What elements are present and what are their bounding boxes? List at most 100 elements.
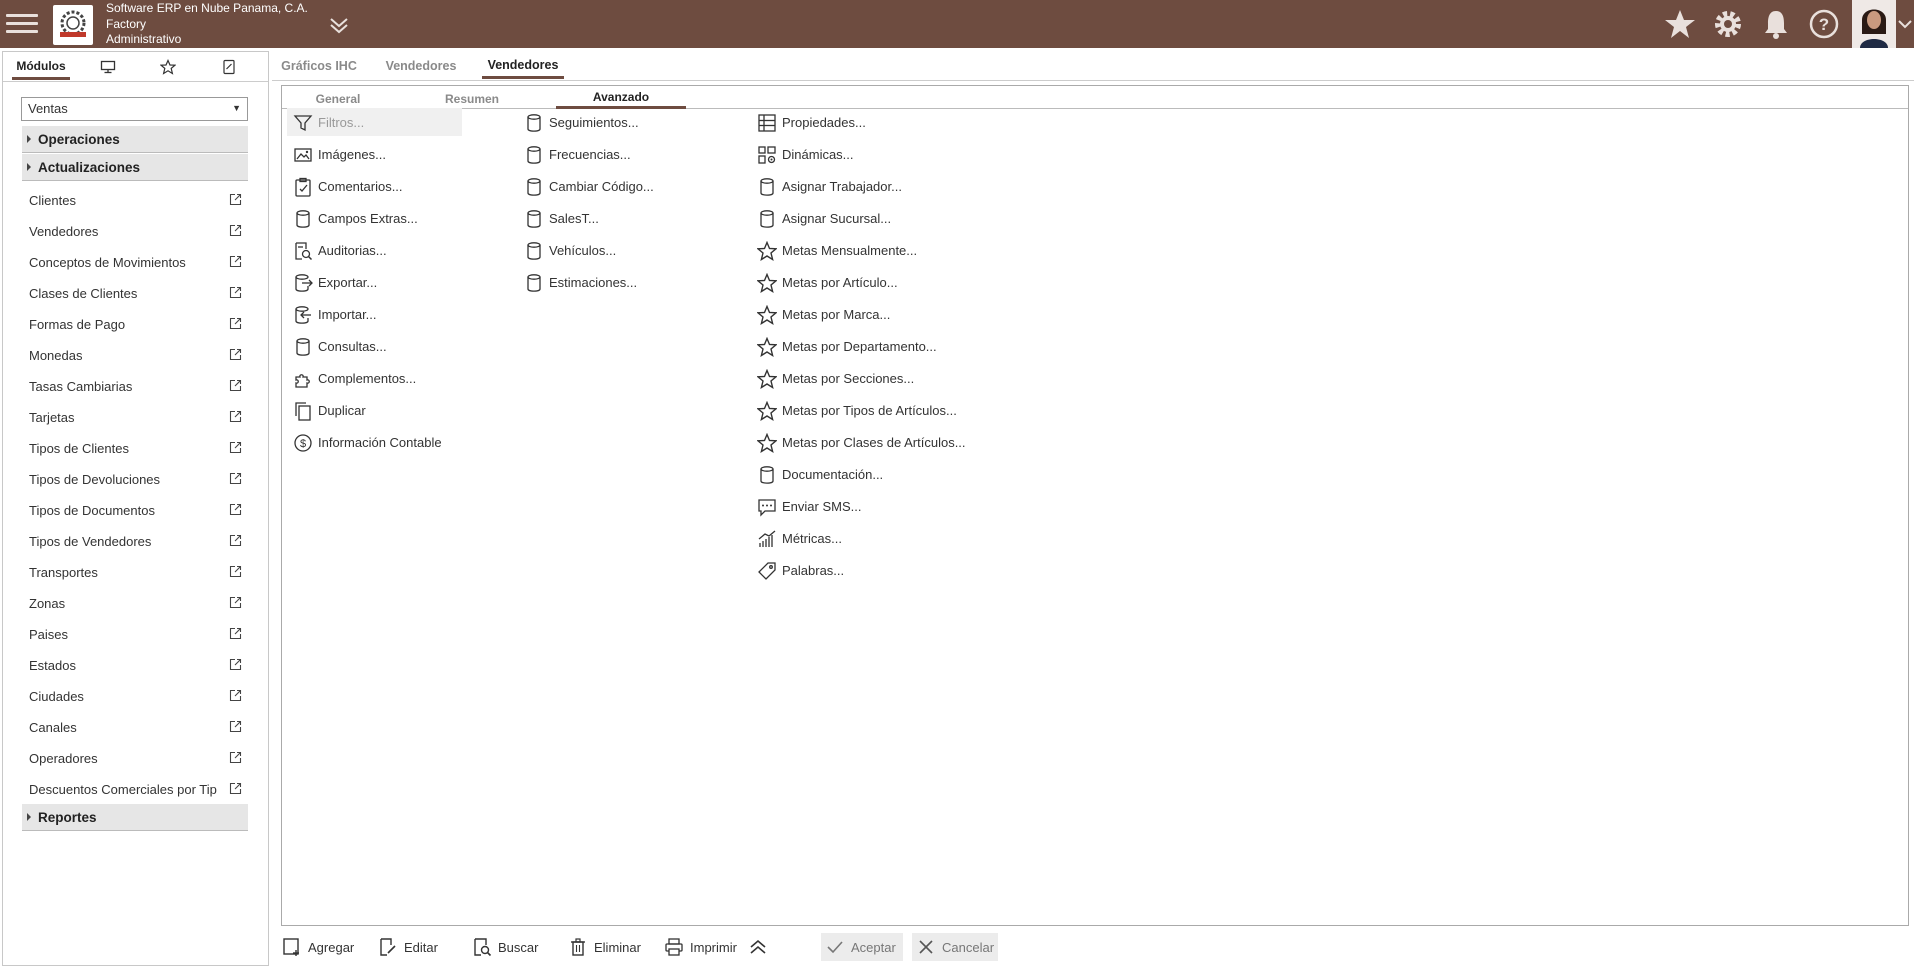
module-select[interactable]: Ventas ▼: [21, 97, 248, 121]
option-item[interactable]: Exportar...: [287, 268, 462, 296]
option-item[interactable]: Métricas...: [751, 524, 971, 552]
option-item[interactable]: Comentarios...: [287, 172, 462, 200]
sidebar-item[interactable]: Zonas: [22, 588, 248, 619]
option-item[interactable]: Auditorias...: [287, 236, 462, 264]
option-item[interactable]: Metas por Clases de Artículos...: [751, 428, 971, 456]
search-button[interactable]: Buscar: [468, 933, 542, 961]
external-link-icon[interactable]: [229, 224, 242, 237]
double-chevron-up-icon[interactable]: [747, 936, 769, 958]
edit-button[interactable]: Editar: [374, 933, 446, 961]
section-actualizaciones[interactable]: Actualizaciones: [22, 154, 248, 181]
menu-icon[interactable]: [6, 9, 38, 39]
double-chevron-down-icon[interactable]: [326, 12, 352, 38]
tab-vendedores-1[interactable]: Vendedores: [381, 53, 461, 79]
tab-graficos-ihc[interactable]: Gráficos IHC: [277, 53, 361, 79]
external-link-icon[interactable]: [229, 286, 242, 299]
sidebar-item[interactable]: Vendedores: [22, 216, 248, 247]
tab-notes[interactable]: [216, 54, 242, 80]
tab-general[interactable]: General: [302, 88, 374, 109]
option-item[interactable]: Imágenes...: [287, 140, 462, 168]
sidebar-item[interactable]: Clientes: [22, 185, 248, 216]
option-item[interactable]: Metas por Secciones...: [751, 364, 971, 392]
sidebar-item[interactable]: Paises: [22, 619, 248, 650]
bell-icon[interactable]: [1758, 6, 1794, 42]
tab-modulos[interactable]: Módulos: [12, 54, 70, 80]
option-item[interactable]: Frecuencias...: [518, 140, 693, 168]
sidebar-item[interactable]: Monedas: [22, 340, 248, 371]
tab-avanzado[interactable]: Avanzado: [556, 88, 686, 109]
section-operaciones[interactable]: Operaciones: [22, 126, 248, 153]
option-item[interactable]: Metas Mensualmente...: [751, 236, 971, 264]
sidebar-item[interactable]: Tarjetas: [22, 402, 248, 433]
external-link-icon[interactable]: [229, 596, 242, 609]
option-item[interactable]: Campos Extras...: [287, 204, 462, 232]
option-item[interactable]: Seguimientos...: [518, 108, 693, 136]
tab-monitor[interactable]: [95, 54, 121, 80]
sidebar-item[interactable]: Tipos de Clientes: [22, 433, 248, 464]
gear-icon[interactable]: [1710, 6, 1746, 42]
external-link-icon[interactable]: [229, 410, 242, 423]
sidebar-item[interactable]: Transportes: [22, 557, 248, 588]
option-item[interactable]: SalesT...: [518, 204, 693, 232]
option-item[interactable]: Estimaciones...: [518, 268, 693, 296]
add-button[interactable]: Agregar: [278, 933, 360, 961]
option-item[interactable]: Asignar Sucursal...: [751, 204, 971, 232]
sidebar-item[interactable]: Tasas Cambiarias: [22, 371, 248, 402]
external-link-icon[interactable]: [229, 472, 242, 485]
user-avatar[interactable]: [1852, 0, 1896, 48]
option-item[interactable]: Vehículos...: [518, 236, 693, 264]
option-item[interactable]: Documentación...: [751, 460, 971, 488]
sidebar-item[interactable]: Canales: [22, 712, 248, 743]
option-item[interactable]: Propiedades...: [751, 108, 971, 136]
external-link-icon[interactable]: [229, 503, 242, 516]
external-link-icon[interactable]: [229, 751, 242, 764]
option-item[interactable]: Asignar Trabajador...: [751, 172, 971, 200]
sidebar-item[interactable]: Tipos de Devoluciones: [22, 464, 248, 495]
external-link-icon[interactable]: [229, 627, 242, 640]
external-link-icon[interactable]: [229, 782, 242, 795]
help-icon[interactable]: ?: [1806, 6, 1842, 42]
sidebar-item[interactable]: Conceptos de Movimientos: [22, 247, 248, 278]
sidebar-item[interactable]: Tipos de Vendedores: [22, 526, 248, 557]
external-link-icon[interactable]: [229, 565, 242, 578]
external-link-icon[interactable]: [229, 720, 242, 733]
sidebar-item[interactable]: Clases de Clientes: [22, 278, 248, 309]
tab-favorites[interactable]: [155, 54, 181, 80]
option-item[interactable]: Complementos...: [287, 364, 462, 392]
option-item[interactable]: Metas por Artículo...: [751, 268, 971, 296]
sidebar-item[interactable]: Descuentos Comerciales por Tipos: [22, 774, 248, 805]
star-icon[interactable]: [1662, 6, 1698, 42]
option-item[interactable]: Cambiar Código...: [518, 172, 693, 200]
external-link-icon[interactable]: [229, 348, 242, 361]
sidebar-item[interactable]: Tipos de Documentos: [22, 495, 248, 526]
option-item[interactable]: Metas por Marca...: [751, 300, 971, 328]
option-item[interactable]: Palabras...: [751, 556, 971, 584]
sidebar-item[interactable]: Estados: [22, 650, 248, 681]
delete-button[interactable]: Eliminar: [564, 933, 644, 961]
option-item[interactable]: Consultas...: [287, 332, 462, 360]
external-link-icon[interactable]: [229, 534, 242, 547]
option-item[interactable]: $ Información Contable: [287, 428, 462, 456]
chevron-down-icon[interactable]: [1896, 12, 1914, 36]
cancel-button[interactable]: Cancelar: [912, 933, 998, 961]
accept-button[interactable]: Aceptar: [821, 933, 903, 961]
sidebar-item[interactable]: Formas de Pago: [22, 309, 248, 340]
external-link-icon[interactable]: [229, 255, 242, 268]
option-item[interactable]: Duplicar: [287, 396, 462, 424]
option-item[interactable]: Metas por Departamento...: [751, 332, 971, 360]
section-reportes[interactable]: Reportes: [22, 804, 248, 831]
external-link-icon[interactable]: [229, 317, 242, 330]
print-button[interactable]: Imprimir: [660, 933, 744, 961]
external-link-icon[interactable]: [229, 689, 242, 702]
option-item[interactable]: Importar...: [287, 300, 462, 328]
external-link-icon[interactable]: [229, 193, 242, 206]
external-link-icon[interactable]: [229, 441, 242, 454]
sidebar-item[interactable]: Ciudades: [22, 681, 248, 712]
external-link-icon[interactable]: [229, 379, 242, 392]
tab-resumen[interactable]: Resumen: [432, 88, 512, 109]
tab-vendedores-2[interactable]: Vendedores: [482, 53, 564, 79]
option-item[interactable]: Filtros...: [287, 108, 462, 136]
sidebar-item[interactable]: Operadores: [22, 743, 248, 774]
option-item[interactable]: Enviar SMS...: [751, 492, 971, 520]
option-item[interactable]: Metas por Tipos de Artículos...: [751, 396, 971, 424]
